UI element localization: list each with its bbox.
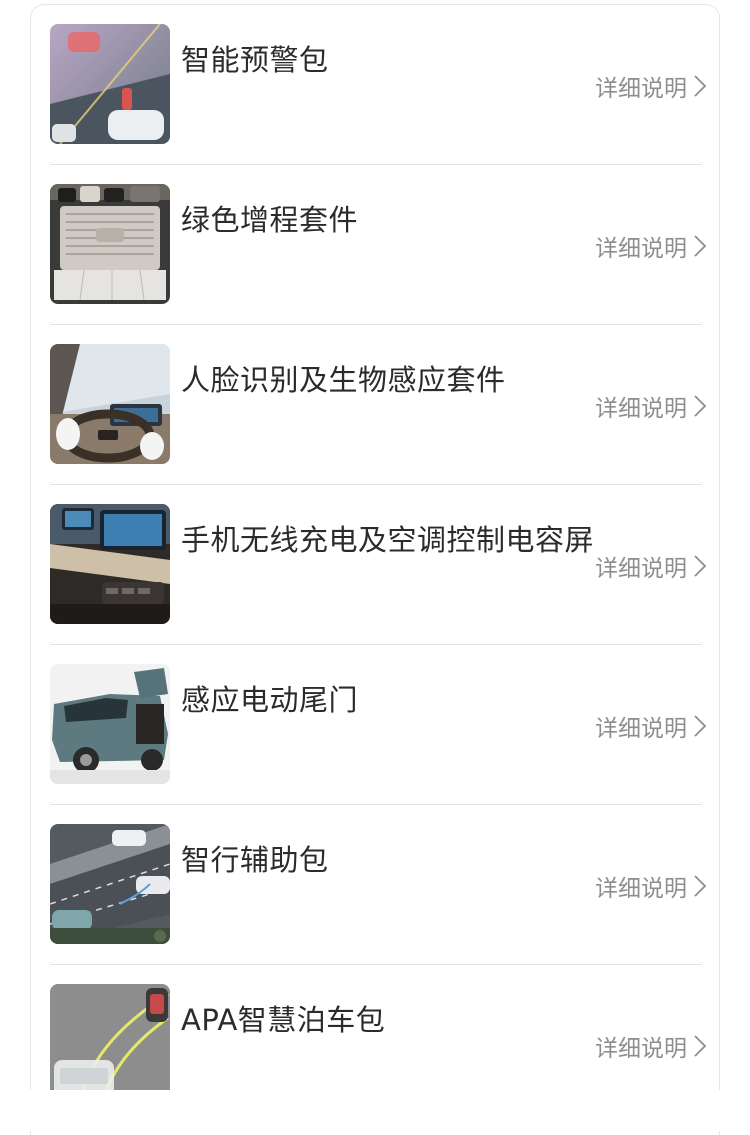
warning-pack-photo	[50, 24, 170, 144]
item-title: 感应电动尾门	[181, 683, 359, 717]
detail-link[interactable]: 详细说明	[595, 549, 707, 583]
range-extender-photo	[50, 184, 170, 304]
apa-parking-photo	[50, 984, 170, 1104]
detail-label: 详细说明	[595, 396, 687, 422]
chevron-right-icon	[694, 235, 707, 257]
detail-link[interactable]: 详细说明	[595, 709, 707, 743]
list-item-wireless-charging[interactable]: 手机无线充电及空调控制电容屏 详细说明	[31, 485, 719, 645]
bottom-area	[0, 1090, 750, 1131]
item-title: APA智慧泊车包	[181, 1003, 386, 1037]
detail-label: 详细说明	[595, 876, 687, 902]
list-item-range-extender[interactable]: 绿色增程套件 详细说明	[31, 165, 719, 325]
item-title: 手机无线充电及空调控制电容屏	[181, 523, 595, 557]
detail-link[interactable]: 详细说明	[595, 389, 707, 423]
face-recognition-photo	[50, 344, 170, 464]
chevron-right-icon	[694, 875, 707, 897]
detail-link[interactable]: 详细说明	[595, 229, 707, 263]
detail-label: 详细说明	[595, 556, 687, 582]
chevron-right-icon	[694, 75, 707, 97]
list-item-face-recognition[interactable]: 人脸识别及生物感应套件 详细说明	[31, 325, 719, 485]
detail-link[interactable]: 详细说明	[595, 869, 707, 903]
list-item-power-tailgate[interactable]: 感应电动尾门 详细说明	[31, 645, 719, 805]
power-tailgate-photo	[50, 664, 170, 784]
chevron-right-icon	[694, 395, 707, 417]
item-title: 人脸识别及生物感应套件	[181, 363, 506, 397]
driving-assist-photo	[50, 824, 170, 944]
item-title: 智行辅助包	[181, 843, 329, 877]
list-item-driving-assist[interactable]: 智行辅助包 详细说明	[31, 805, 719, 965]
detail-label: 详细说明	[595, 1036, 687, 1062]
detail-label: 详细说明	[595, 76, 687, 102]
item-title: 绿色增程套件	[181, 203, 359, 237]
detail-label: 详细说明	[595, 236, 687, 262]
chevron-right-icon	[694, 715, 707, 737]
detail-link[interactable]: 详细说明	[595, 69, 707, 103]
wireless-charging-photo	[50, 504, 170, 624]
item-title: 智能预警包	[181, 43, 329, 77]
product-list-card: 智能预警包 详细说明 绿色增程套件 详细说明 人脸识别及生物感应套件 详细说明 …	[30, 4, 720, 1135]
chevron-right-icon	[694, 1035, 707, 1057]
product-list: 智能预警包 详细说明 绿色增程套件 详细说明 人脸识别及生物感应套件 详细说明 …	[31, 5, 719, 1125]
list-item-warning-pack[interactable]: 智能预警包 详细说明	[31, 5, 719, 165]
detail-label: 详细说明	[595, 716, 687, 742]
chevron-right-icon	[694, 555, 707, 577]
detail-link[interactable]: 详细说明	[595, 1029, 707, 1063]
